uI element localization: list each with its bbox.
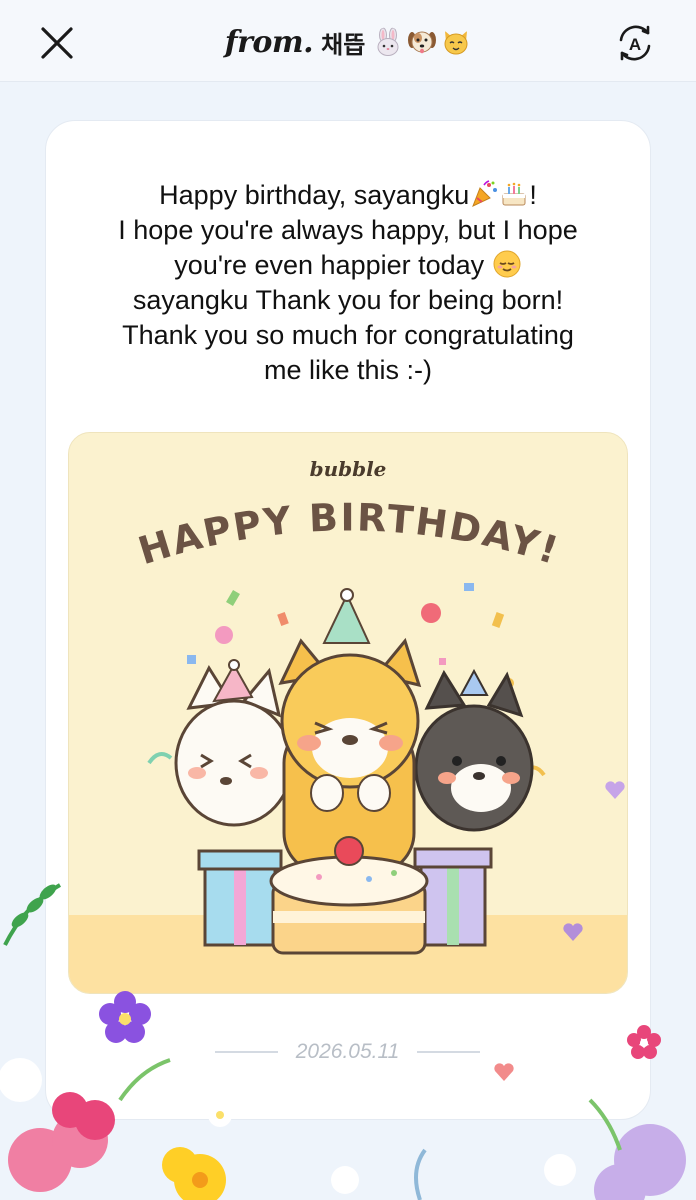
svg-text:A: A [629,35,641,54]
heart-decoration-icon [605,781,625,799]
translate-icon[interactable]: A [612,20,658,66]
heart-decoration-icon [563,923,583,941]
message-line-5: Thank you so much for congratulating [122,320,574,350]
rabbit-face-icon [377,27,399,56]
party-popper-icon [472,180,498,207]
page-title: from. 채뜹 [0,20,696,64]
relieved-face-icon [493,250,521,278]
letter-message: Happy birthday, sayangku! I hope you're … [60,178,636,388]
sticker-illustration: HAPPY BIRTHDAY! [133,495,565,955]
bottom-flowers-decoration [0,1058,686,1200]
white-dog [174,659,294,827]
purple-flower-icon [99,991,151,1043]
dog-face-icon [408,31,437,54]
cat-face-icon [444,31,468,55]
sender-name: 채뜹 [321,31,366,59]
happy-birthday-headline: HAPPY BIRTHDAY! [133,495,565,573]
black-dog [414,668,534,832]
message-line-3: you're even happier today [174,250,485,280]
leaf-branch-icon [3,883,61,946]
message-line-1-suffix: ! [529,180,537,210]
shiba-dog [278,588,422,875]
message-line-1: Happy birthday, sayangku [159,180,470,210]
message-line-4: sayangku Thank you for being born! [132,285,564,315]
top-bar: from. 채뜹 A [0,0,696,82]
birthday-sticker-image: bubble HAPPY BIRTHDAY! [68,432,628,994]
sender-emojis [373,27,471,57]
message-line-6: me like this :-) [263,355,433,385]
birthday-cake-icon [502,182,526,206]
message-line-2: I hope you're always happy, but I hope [118,215,578,245]
from-label: from. [224,24,314,60]
